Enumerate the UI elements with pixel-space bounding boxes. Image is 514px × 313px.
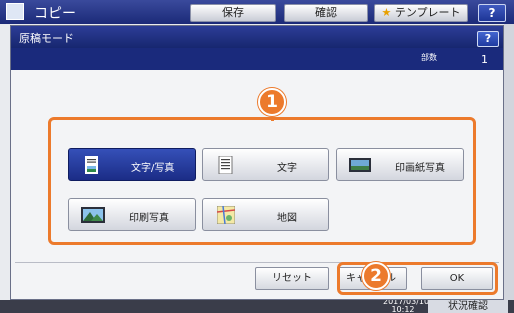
date-time-display: 2017/03/10 10:12 [383,297,430,313]
callout-badge-1: 1 [258,88,286,116]
save-tab[interactable]: 保存 [190,4,276,22]
callout-badge-2: 2 [362,262,390,290]
save-tab-label: 保存 [222,6,244,19]
mode-button-text-photo[interactable]: 文字/写真 [68,148,196,181]
star-icon: ★ [381,6,392,19]
mode-button-label: 文字 [277,163,297,174]
dialog-title-bar: 原稿モード ? [11,26,503,48]
app-help-button[interactable]: ? [478,4,506,22]
reset-button[interactable]: リセット [255,267,329,290]
mode-button-label: 印画紙写真 [395,163,445,174]
confirm-highlight [337,262,498,295]
copies-value: 1 [481,53,488,66]
mode-button-label: 文字/写真 [131,163,175,174]
mode-button-printed-photo[interactable]: 印刷写真 [68,198,196,231]
copy-app-icon [6,3,24,20]
text-photo-icon [85,156,98,174]
mode-button-photo-print[interactable]: 印画紙写真 [336,148,464,181]
right-side-panel [504,24,514,313]
copies-label: 部数 [421,53,437,62]
map-icon [217,206,235,224]
template-tab[interactable]: ★ テンプレート [374,4,468,22]
mode-button-map[interactable]: 地図 [202,198,329,231]
printed-photo-icon [81,207,105,223]
confirm-tab[interactable]: 確認 [284,4,368,22]
dialog-info-bar: 部数 1 [11,48,503,70]
status-check-button[interactable]: 状況確認 [428,300,508,313]
callout-1-connector [271,117,274,121]
mode-button-text[interactable]: 文字 [202,148,329,181]
dialog-title: 原稿モード [19,32,74,45]
dialog-help-button[interactable]: ? [477,31,499,47]
mode-button-label: 地図 [277,213,297,224]
mode-button-label: 印刷写真 [129,213,169,224]
copy-app-top-bar: コピー 保存 確認 ★ テンプレート ? [0,0,514,24]
copy-app-title: コピー [34,6,76,22]
template-tab-label: テンプレート [394,6,461,19]
text-document-icon [218,156,233,174]
photo-print-icon [349,158,371,172]
confirm-tab-label: 確認 [315,6,337,19]
